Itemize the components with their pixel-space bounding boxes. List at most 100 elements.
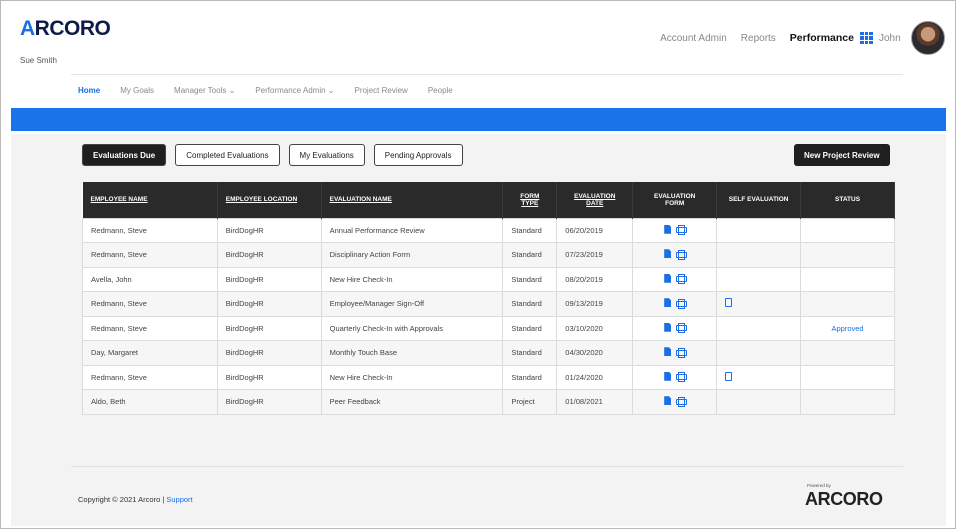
open-form-icon[interactable] [664, 371, 672, 381]
print-icon[interactable] [676, 347, 688, 358]
cell-location: BirdDogHR [216, 266, 322, 292]
open-form-icon[interactable] [664, 396, 672, 406]
evaluation-tabs: Evaluations Due Completed Evaluations My… [82, 144, 463, 166]
print-icon[interactable] [676, 225, 688, 236]
open-form-icon[interactable] [664, 249, 672, 259]
cell-status [800, 340, 895, 366]
cell-evaluation-form [632, 389, 718, 415]
cell-evaluation-name: New Hire Check-In [320, 364, 504, 390]
tab-evaluations-due[interactable]: Evaluations Due [82, 144, 167, 166]
self-evaluation-icon[interactable] [725, 298, 733, 308]
cell-location: BirdDogHR [216, 315, 322, 341]
cell-self-evaluation [716, 242, 802, 268]
cell-status [800, 266, 895, 292]
print-icon[interactable] [676, 396, 688, 407]
nav-project-review[interactable]: Project Review [354, 86, 407, 95]
print-icon[interactable] [676, 249, 688, 260]
nav-my-goals[interactable]: My Goals [120, 86, 154, 95]
cell-status [800, 242, 895, 268]
self-evaluation-icon[interactable] [725, 371, 733, 381]
cell-evaluation-date: 08/20/2019 [556, 266, 634, 292]
cell-location: BirdDogHR [216, 217, 322, 243]
cell-evaluation-name: Disciplinary Action Form [320, 242, 504, 268]
cell-employee-name: Redmann, Steve [82, 291, 218, 317]
tab-pending-approvals[interactable]: Pending Approvals [373, 144, 463, 166]
cell-evaluation-form [632, 364, 718, 390]
cell-evaluation-form [632, 291, 718, 317]
performance-menu[interactable]: Performance [790, 32, 873, 44]
tab-my-evaluations[interactable]: My Evaluations [288, 144, 365, 166]
open-form-icon[interactable] [664, 298, 672, 308]
table-row: Redmann, Steve BirdDogHR New Hire Check-… [82, 364, 895, 390]
arcoro-footer-logo: ARCORO [805, 489, 883, 509]
main-navigation: Home My Goals Manager Tools ⌄ Performanc… [78, 86, 453, 95]
open-form-icon[interactable] [664, 347, 672, 357]
cell-self-evaluation [716, 389, 802, 415]
cell-self-evaluation [716, 364, 802, 390]
col-evaluation-form: EVALUATION FORM [632, 182, 718, 218]
col-evaluation-name[interactable]: EVALUATION NAME [321, 182, 504, 218]
cell-self-evaluation [716, 291, 802, 317]
user-menu-name[interactable]: John [879, 33, 901, 44]
cell-evaluation-date: 04/30/2020 [556, 340, 634, 366]
app-window: ARCORO Sue Smith Account Admin Reports P… [0, 0, 956, 529]
account-admin-link[interactable]: Account Admin [660, 33, 727, 44]
cell-evaluation-name: Employee/Manager Sign-Off [320, 291, 504, 317]
support-link[interactable]: Support [166, 495, 192, 504]
top-navigation: Account Admin Reports Performance [660, 32, 873, 44]
cell-evaluation-form [632, 217, 718, 243]
col-employee-location[interactable]: EMPLOYEE LOCATION [217, 182, 322, 218]
cell-form-type: Standard [502, 315, 558, 341]
table-row: Day, Margaret BirdDogHR Monthly Touch Ba… [82, 340, 895, 366]
nav-home[interactable]: Home [78, 86, 100, 95]
col-employee-name[interactable]: EMPLOYEE NAME [82, 182, 218, 218]
print-icon[interactable] [676, 274, 688, 285]
cell-location: BirdDogHR [216, 242, 322, 268]
arcoro-logo[interactable]: ARCORO [20, 17, 111, 41]
cell-evaluation-form [632, 340, 718, 366]
col-status: STATUS [800, 182, 895, 218]
col-form-type[interactable]: FORM TYPE [502, 182, 558, 218]
print-icon[interactable] [676, 323, 688, 334]
cell-form-type: Standard [502, 217, 558, 243]
cell-location: BirdDogHR [216, 389, 322, 415]
cell-evaluation-date: 03/10/2020 [556, 315, 634, 341]
cell-location: BirdDogHR [216, 364, 322, 390]
avatar[interactable] [911, 21, 945, 55]
open-form-icon[interactable] [664, 273, 672, 283]
nav-manager-tools[interactable]: Manager Tools ⌄ [174, 86, 235, 95]
cell-employee-name: Redmann, Steve [82, 217, 218, 243]
cell-status [800, 217, 895, 243]
cell-evaluation-date: 01/08/2021 [556, 389, 634, 415]
cell-form-type: Standard [502, 266, 558, 292]
print-icon[interactable] [676, 372, 688, 383]
cell-evaluation-date: 07/23/2019 [556, 242, 634, 268]
open-form-icon[interactable] [664, 322, 672, 332]
reports-link[interactable]: Reports [741, 33, 776, 44]
cell-employee-name: Avella, John [82, 266, 218, 292]
tab-completed-evaluations[interactable]: Completed Evaluations [175, 144, 280, 166]
cell-status [800, 364, 895, 390]
evaluations-table: EMPLOYEE NAME EMPLOYEE LOCATION EVALUATI… [82, 182, 895, 415]
table-row: Redmann, Steve BirdDogHR Quarterly Check… [82, 315, 895, 341]
new-project-review-button[interactable]: New Project Review [794, 144, 890, 166]
open-form-icon[interactable] [664, 224, 672, 234]
cell-evaluation-name: New Hire Check-In [320, 266, 504, 292]
cell-status-approved[interactable]: Approved [800, 315, 895, 341]
cell-employee-name: Day, Margaret [82, 340, 218, 366]
col-evaluation-date[interactable]: EVALUATION DATE [556, 182, 634, 218]
table-row: Redmann, Steve BirdDogHR Employee/Manage… [82, 291, 895, 317]
copyright-text: Copyright © 2021 Arcoro | Support [78, 495, 193, 504]
print-icon[interactable] [676, 298, 688, 309]
accent-banner [11, 108, 946, 131]
cell-evaluation-name: Annual Performance Review [320, 217, 504, 243]
apps-grid-icon[interactable] [860, 32, 873, 44]
cell-employee-name: Redmann, Steve [82, 364, 218, 390]
cell-evaluation-date: 06/20/2019 [556, 217, 634, 243]
nav-performance-admin[interactable]: Performance Admin ⌄ [255, 86, 334, 95]
table-header-row: EMPLOYEE NAME EMPLOYEE LOCATION EVALUATI… [82, 182, 895, 218]
nav-people[interactable]: People [428, 86, 453, 95]
powered-by-label: Powered by [807, 483, 831, 488]
cell-form-type: Standard [502, 364, 558, 390]
header-divider [71, 74, 903, 75]
